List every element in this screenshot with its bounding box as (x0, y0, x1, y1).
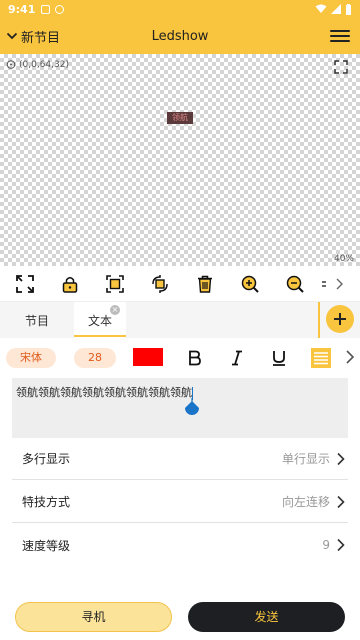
send-button[interactable]: 发送 (188, 602, 345, 632)
zoom-in-button[interactable] (233, 267, 267, 301)
chevron-right-icon[interactable] (344, 348, 356, 366)
status-bar: 9:41 (0, 0, 360, 18)
text-color-swatch[interactable] (133, 348, 163, 366)
lock-icon (62, 276, 78, 293)
led-preview[interactable]: 领航 (167, 112, 193, 124)
element-tabs: 节目 文本 × (0, 302, 360, 338)
rotate-icon (152, 274, 168, 293)
underline-icon (273, 351, 285, 366)
align-button[interactable] (309, 346, 333, 370)
tab-active-indicator (74, 335, 126, 337)
font-selector[interactable]: 宋体 (6, 348, 56, 368)
setting-label: 多行显示 (22, 452, 71, 466)
notification-icon (41, 4, 51, 14)
edit-toolbar (0, 266, 360, 302)
italic-icon (232, 350, 242, 366)
fit-button[interactable] (98, 267, 132, 301)
fit-icon (106, 274, 124, 293)
back-button[interactable]: 新节目 (6, 18, 60, 54)
tab-program[interactable]: 节目 (0, 302, 74, 338)
status-time: 9:41 (8, 2, 36, 16)
rotate-button[interactable] (143, 267, 177, 301)
setting-value: 单行显示 (281, 452, 330, 466)
text-content-value: 领航领航领航领航领航领航领航领航 (16, 386, 192, 399)
close-tab-icon[interactable]: × (110, 305, 120, 315)
underline-button[interactable] (267, 346, 291, 370)
plus-icon (334, 313, 346, 325)
program-name: 新节目 (21, 30, 61, 46)
resize-icon (16, 274, 34, 293)
bold-icon (189, 350, 201, 366)
coordinates-readout: (0,0,64,32) (6, 60, 69, 70)
setting-row-speed[interactable]: 速度等级 9 (12, 524, 348, 566)
lock-button[interactable] (53, 267, 87, 301)
more-tools-button[interactable] (316, 267, 346, 301)
wifi-icon (315, 4, 327, 13)
resize-button[interactable] (8, 267, 42, 301)
setting-label: 速度等级 (22, 538, 71, 553)
location-icon (6, 60, 16, 69)
zoom-out-icon (286, 275, 304, 293)
add-element-button[interactable] (326, 305, 354, 333)
setting-row-multiline[interactable]: 多行显示 单行显示 (12, 438, 348, 480)
delete-icon (198, 275, 212, 293)
zoom-out-button[interactable] (278, 267, 312, 301)
add-divider (318, 302, 320, 338)
signal-icon (331, 4, 341, 14)
zoom-level: 40% (333, 254, 354, 264)
chevron-right-icon (337, 452, 345, 465)
setting-label: 特技方式 (22, 495, 71, 509)
zoom-in-icon (241, 275, 259, 293)
italic-button[interactable] (225, 346, 249, 370)
cursor-handle-icon[interactable] (184, 398, 200, 416)
led-canvas[interactable]: (0,0,64,32) 领航 40% (0, 54, 360, 266)
battery-icon (346, 3, 351, 15)
fullscreen-icon[interactable] (334, 60, 348, 74)
text-content-input[interactable]: 领航领航领航领航领航领航领航领航 (12, 378, 348, 438)
coordinates-text: (0,0,64,32) (19, 60, 69, 70)
menu-icon[interactable] (330, 26, 350, 46)
bold-button[interactable] (183, 346, 207, 370)
chevron-right-icon (337, 538, 345, 552)
chevron-right-icon (337, 495, 345, 508)
font-size-selector[interactable]: 28 (74, 348, 116, 368)
notification-icon-2 (55, 4, 65, 14)
find-device-button[interactable]: 寻机 (15, 602, 172, 632)
setting-row-effect[interactable]: 特技方式 向左连移 (12, 481, 348, 523)
align-icon (311, 348, 331, 368)
chevron-down-icon (6, 32, 18, 40)
setting-value: 9 (322, 538, 330, 552)
app-bar: 新节目 Ledshow (0, 18, 360, 54)
text-format-row: 宋体 28 (0, 338, 360, 378)
setting-value: 向左连移 (281, 495, 330, 509)
more-icon (322, 278, 343, 289)
delete-button[interactable] (188, 267, 222, 301)
